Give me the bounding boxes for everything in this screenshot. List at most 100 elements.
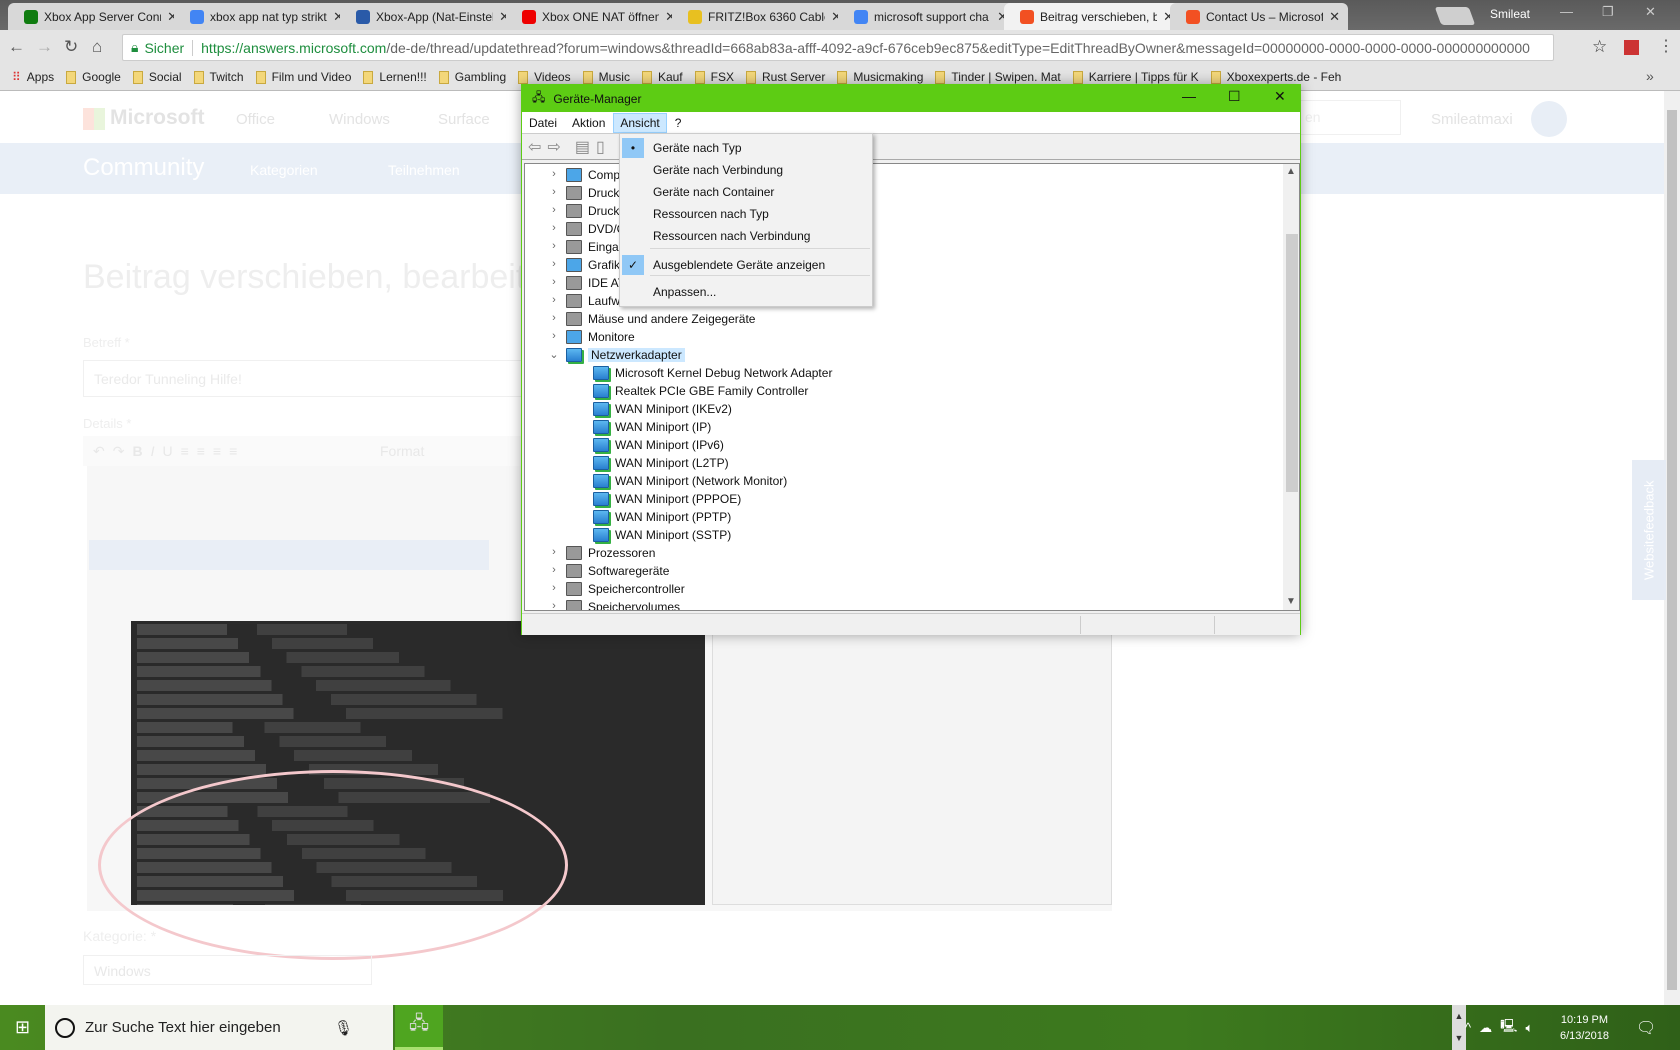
bookmark[interactable]: Film und Video (255, 70, 351, 84)
home-icon[interactable]: ⌂ (92, 37, 102, 57)
windows-start-icon[interactable]: ⊞ (0, 1005, 45, 1050)
bookmark[interactable]: FSX (694, 70, 734, 84)
bookmark[interactable]: Musicmaking (837, 70, 923, 84)
expand-chevron-icon[interactable]: › (547, 312, 561, 324)
nav-surface[interactable]: Surface (438, 111, 490, 128)
view-menu-item[interactable]: Ressourcen nach Typ (620, 203, 872, 225)
bookmark[interactable]: Rust Server (745, 70, 825, 84)
tree-scrollbar-thumb[interactable] (1286, 234, 1298, 492)
feedback-tab[interactable]: Websitefeedback (1632, 460, 1666, 600)
bookmark[interactable]: Karriere | Tipps für K (1072, 70, 1199, 84)
browser-tab[interactable]: FRITZ!Box 6360 Cable ✕ (672, 3, 850, 30)
browser-tab[interactable]: Xbox ONE NAT öffnen ✕ (506, 3, 684, 30)
network-icon[interactable]: 🖳︎ (1500, 1017, 1517, 1039)
device-item[interactable]: WAN Miniport (Network Monitor) (593, 472, 787, 490)
menu-aktion[interactable]: Aktion (565, 113, 612, 133)
bookmark[interactable]: Google (66, 70, 121, 84)
device-category[interactable]: DVD/C (566, 220, 625, 238)
chevron-up-icon[interactable]: ^ (1465, 1020, 1471, 1035)
device-item[interactable]: Microsoft Kernel Debug Network Adapter (593, 364, 832, 382)
menu-datei[interactable]: Datei (522, 113, 564, 133)
expand-chevron-icon[interactable]: › (547, 258, 561, 270)
device-category[interactable]: Laufw (566, 292, 620, 310)
view-menu-item[interactable]: Ressourcen nach Verbindung (620, 225, 872, 247)
menu-ansicht[interactable]: Ansicht (613, 112, 667, 133)
maximize-button[interactable]: ☐ (1228, 88, 1241, 105)
device-item[interactable]: WAN Miniport (IKEv2) (593, 400, 732, 418)
extension-icon[interactable] (1624, 40, 1639, 55)
title-bar[interactable]: 🖧︎ Geräte-Manager — ☐ ✕ (522, 85, 1300, 112)
browser-tab[interactable]: microsoft support cha ✕ (838, 3, 1016, 30)
bookmark[interactable]: Gambling (438, 70, 506, 84)
profile-name[interactable]: Smileat (1490, 7, 1530, 21)
clock[interactable]: 10:19 PM 6/13/2018 (1560, 1012, 1609, 1044)
bookmark[interactable]: Xboxexperts.de - Feh (1210, 70, 1341, 84)
taskbar-scroll[interactable]: ▲ ▼ (1452, 1005, 1466, 1050)
bookmark[interactable]: Twitch (193, 70, 244, 84)
forward-icon[interactable]: ⇨ (547, 137, 560, 157)
expand-chevron-icon[interactable]: › (547, 240, 561, 252)
back-icon[interactable]: ⇦ (528, 137, 541, 157)
browser-tab[interactable]: Xbox App Server Conn ✕ (8, 3, 186, 30)
taskbar-search[interactable]: Zur Suche Text hier eingeben 🎙︎ (45, 1005, 393, 1050)
expand-chevron-icon[interactable]: › (547, 204, 561, 216)
help-icon[interactable]: ▯ (596, 137, 605, 157)
expand-chevron-icon[interactable]: › (547, 582, 561, 594)
forward-icon[interactable]: → (36, 37, 53, 57)
view-menu-item[interactable]: • Geräte nach Typ (620, 137, 872, 159)
device-category[interactable]: Speichercontroller (566, 580, 685, 598)
category-select[interactable]: Windows (83, 955, 372, 985)
expand-chevron-icon[interactable]: › (547, 330, 561, 342)
bookmark[interactable]: Kauf (641, 70, 683, 84)
community-title[interactable]: Community (83, 154, 204, 182)
device-item[interactable]: WAN Miniport (IP) (593, 418, 711, 436)
device-item[interactable]: WAN Miniport (SSTP) (593, 526, 731, 544)
expand-chevron-icon[interactable]: › (547, 294, 561, 306)
expand-chevron-icon[interactable]: › (547, 546, 561, 558)
bookmark[interactable]: Lernen!!! (363, 70, 427, 84)
format-select[interactable]: Format (380, 443, 424, 459)
page-scrollbar-thumb[interactable] (1667, 110, 1677, 990)
device-category[interactable]: Mäuse und andere Zeigegeräte (566, 310, 755, 328)
back-icon[interactable]: ← (8, 37, 25, 57)
menu-help[interactable]: ? (668, 113, 689, 133)
scroll-up-icon[interactable]: ▲ (1286, 166, 1296, 177)
avatar[interactable] (1531, 101, 1567, 137)
view-menu-item[interactable]: Geräte nach Verbindung (620, 159, 872, 181)
menu-teilnehmen[interactable]: Teilnehmen (388, 162, 460, 178)
device-category[interactable]: Druck (566, 202, 619, 220)
nav-windows[interactable]: Windows (329, 111, 390, 128)
expand-chevron-icon[interactable]: › (547, 222, 561, 234)
expand-chevron-icon[interactable]: › (547, 168, 561, 180)
new-tab-button[interactable] (1434, 7, 1476, 25)
view-menu-item[interactable]: ✓ Ausgeblendete Geräte anzeigen (620, 254, 872, 276)
device-category[interactable]: Speichervolumes (566, 598, 680, 610)
minimize-icon[interactable]: — (1560, 4, 1573, 19)
subject-input[interactable]: Teredor Tunneling Hilfe! (83, 360, 523, 397)
view-menu-item[interactable]: Anpassen... (620, 281, 872, 303)
tab-close-icon[interactable]: ✕ (1329, 9, 1340, 25)
device-category[interactable]: Softwaregeräte (566, 562, 669, 580)
microphone-icon[interactable]: 🎙︎ (334, 1019, 353, 1037)
device-category[interactable]: Prozessoren (566, 544, 655, 562)
taskbar-device-manager[interactable]: 🖧︎ (395, 1005, 443, 1050)
notification-icon[interactable]: 🗨︎ (1636, 1018, 1656, 1038)
user-name[interactable]: Smileatmaxi (1431, 111, 1513, 128)
browser-tab[interactable]: Xbox-App (Nat-Einstel ✕ (340, 3, 518, 30)
bookmark[interactable]: Videos (518, 70, 571, 84)
nav-office[interactable]: Office (236, 111, 275, 128)
star-icon[interactable]: ☆ (1592, 37, 1607, 57)
device-item[interactable]: Realtek PCIe GBE Family Controller (593, 382, 808, 400)
onedrive-icon[interactable]: ☁ (1479, 1020, 1492, 1036)
expand-chevron-icon[interactable]: › (547, 600, 561, 610)
browser-tab[interactable]: xbox app nat typ strikt ✕ (174, 3, 352, 30)
browser-tab[interactable]: Contact Us – Microsof ✕ (1170, 3, 1348, 30)
address-bar[interactable]: 🔒︎ Sicher https://answers.microsoft.com /… (122, 34, 1554, 61)
expand-chevron-icon[interactable]: › (547, 564, 561, 576)
bookmark[interactable]: Music (582, 70, 630, 84)
bookmark[interactable]: Social (132, 70, 182, 84)
device-category[interactable]: Druck (566, 184, 619, 202)
menu-icon[interactable]: ⋮ (1658, 36, 1674, 56)
restore-icon[interactable]: ❐ (1602, 4, 1614, 20)
close-button[interactable]: ✕ (1274, 88, 1286, 105)
